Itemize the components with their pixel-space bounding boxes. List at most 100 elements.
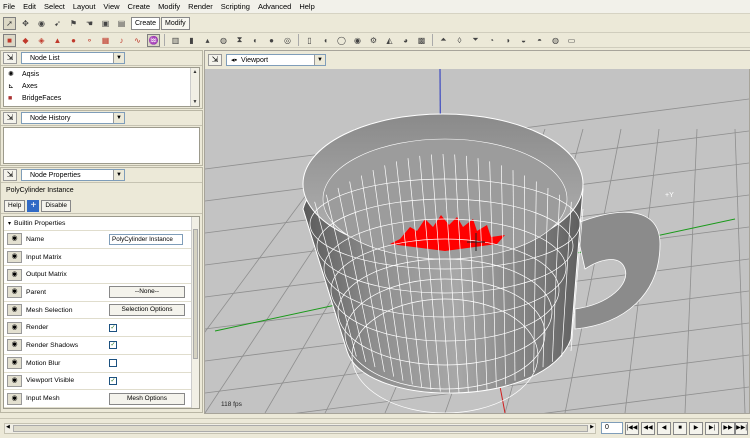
menu-item-file[interactable]: File	[3, 2, 15, 11]
quadric-hyperboloid-icon[interactable]: ⧗	[233, 34, 246, 47]
list-item[interactable]: ✺ Aqsis	[4, 68, 199, 80]
quadric-cylinder-icon[interactable]: ▮	[185, 34, 198, 47]
patch-cone-icon[interactable]: ◭	[383, 34, 396, 47]
pin-icon[interactable]: ⇲	[3, 52, 17, 64]
menu-item-help[interactable]: Help	[299, 2, 314, 11]
light-ambient-icon[interactable]: ◑	[501, 34, 514, 47]
nurbs-tool-icon[interactable]: ♒	[147, 33, 160, 47]
paint-tool-icon[interactable]: ⚑	[67, 17, 80, 30]
scroll-right-icon[interactable]: ▶	[590, 424, 594, 430]
group-icon[interactable]: ▭	[565, 34, 578, 47]
menu-item-view[interactable]: View	[103, 2, 119, 11]
quadric-cone-icon[interactable]: ▴	[201, 34, 214, 47]
eye-icon[interactable]: ◉	[7, 357, 22, 370]
material-icon[interactable]: ◓	[533, 34, 546, 47]
viewport-canvas[interactable]: +Y 118 fps	[205, 69, 749, 413]
poly-torus-icon[interactable]: ⚬	[83, 34, 96, 47]
menu-item-select[interactable]: Select	[44, 2, 65, 11]
curve-tool-icon[interactable]: ∿	[131, 34, 144, 47]
eye-icon[interactable]: ◉	[7, 392, 22, 405]
poly-cube-icon[interactable]: ◆	[19, 34, 32, 47]
node-list-combo[interactable]: Node List ▼	[21, 52, 125, 64]
poly-sphere-icon[interactable]: ●	[67, 34, 80, 47]
scroll-up-icon[interactable]: ▲	[191, 68, 199, 76]
patch-disk-icon[interactable]: ◕	[399, 34, 412, 47]
pin-icon[interactable]: ⇲	[3, 169, 17, 181]
pin-icon[interactable]: ⇲	[3, 112, 17, 124]
poly-grid-icon[interactable]: ▦	[99, 34, 112, 47]
name-field[interactable]: PolyCylinder Instance	[109, 233, 183, 245]
chevron-down-icon[interactable]: ▼	[113, 170, 124, 180]
eye-icon[interactable]: ◉	[7, 321, 22, 334]
light-point-icon[interactable]: ◊	[453, 34, 466, 47]
list-item[interactable]: ■ BridgeFaces	[4, 92, 199, 104]
chevron-down-icon[interactable]: ▼	[314, 55, 325, 65]
property-checkbox[interactable]: ✓	[109, 376, 117, 385]
patch-grid-icon[interactable]: ▩	[415, 34, 428, 47]
menu-item-advanced[interactable]: Advanced	[258, 2, 291, 11]
poly-cone-icon[interactable]: ▲	[51, 34, 64, 47]
timeline-scrollbar[interactable]: ◀ ▶	[4, 423, 596, 434]
prev-frame-icon[interactable]: ◀	[657, 422, 671, 435]
eye-icon[interactable]: ◉	[7, 251, 22, 264]
property-checkbox[interactable]	[109, 359, 117, 368]
patch-cube-icon[interactable]: ▯	[303, 34, 316, 47]
property-button[interactable]: --None--	[109, 286, 185, 299]
chevron-down-icon[interactable]: ▼	[113, 113, 124, 123]
eye-icon[interactable]: ◉	[7, 304, 22, 317]
patch-torus-icon[interactable]: ◉	[351, 34, 364, 47]
menu-item-render[interactable]: Render	[188, 2, 213, 11]
patch-cylinder-icon[interactable]: ◖	[319, 34, 332, 47]
patch-sphere-icon[interactable]: ◯	[335, 34, 348, 47]
menu-item-modify[interactable]: Modify	[158, 2, 180, 11]
prev-key-icon[interactable]: ◀◀	[641, 422, 655, 435]
add-icon[interactable]: +	[27, 200, 40, 212]
eye-icon[interactable]: ◉	[7, 268, 22, 281]
first-frame-icon[interactable]: |◀◀	[625, 422, 639, 435]
quadric-sphere-icon[interactable]: ●	[265, 34, 278, 47]
view-tool-icon[interactable]: ◉	[35, 17, 48, 30]
last-frame-icon[interactable]: ▶▶|	[735, 422, 748, 435]
property-checkbox[interactable]: ✓	[109, 323, 117, 332]
tab-create[interactable]: Create	[131, 16, 161, 30]
tab-modify[interactable]: Modify	[161, 16, 190, 30]
quadric-disk-icon[interactable]: ◍	[217, 34, 230, 47]
pick-tool-icon[interactable]: ➹	[51, 17, 64, 30]
property-button[interactable]: Selection Options	[109, 304, 185, 317]
quadric-paraboloid-icon[interactable]: ◐	[249, 34, 262, 47]
fog-icon[interactable]: ◍	[549, 34, 562, 47]
eye-icon[interactable]: ◉	[7, 339, 22, 352]
node-history-combo[interactable]: Node History ▼	[21, 112, 125, 124]
next-key-icon[interactable]: ▶▶	[721, 422, 735, 435]
help-button[interactable]: Help	[4, 200, 26, 212]
next-frame-icon[interactable]: ▶|	[705, 422, 719, 435]
disable-button[interactable]: Disable	[41, 200, 72, 212]
node-list-scrollbar[interactable]: ▲ ▼	[190, 68, 199, 106]
scroll-thumb[interactable]	[13, 425, 588, 432]
quadric-cube-icon[interactable]: ▥	[169, 34, 182, 47]
menu-item-scripting[interactable]: Scripting	[221, 2, 250, 11]
scroll-thumb[interactable]	[193, 229, 198, 359]
render-tool-icon[interactable]: ▤	[115, 17, 128, 30]
frame-field[interactable]: 0	[601, 422, 623, 434]
move-tool-icon[interactable]: ✥	[19, 17, 32, 30]
null-icon[interactable]: ◒	[517, 34, 530, 47]
menu-item-layout[interactable]: Layout	[73, 2, 96, 11]
chevron-down-icon[interactable]: ▼	[113, 53, 124, 63]
play-icon[interactable]: ▶	[689, 422, 703, 435]
poly-text-icon[interactable]: ♪	[115, 34, 128, 47]
list-item[interactable]: ⊾ Axes	[4, 80, 199, 92]
light-distant-icon[interactable]: ⏷	[469, 34, 482, 47]
cube-tool-icon[interactable]: ■	[3, 33, 16, 47]
poly-cylinder-icon[interactable]: ◈	[35, 34, 48, 47]
properties-scrollbar[interactable]	[191, 217, 199, 408]
property-button[interactable]: Mesh Options	[109, 392, 185, 405]
hand-tool-icon[interactable]: ☚	[83, 17, 96, 30]
eye-icon[interactable]: ◉	[7, 374, 22, 387]
window-tool-icon[interactable]: ▣	[99, 17, 112, 30]
viewport-combo[interactable]: ◂▪ Viewport ▼	[226, 54, 326, 66]
camera-icon[interactable]: ◔	[485, 34, 498, 47]
scroll-left-icon[interactable]: ◀	[6, 424, 10, 430]
pin-icon[interactable]: ⇲	[208, 54, 222, 66]
menu-item-create[interactable]: Create	[128, 2, 151, 11]
